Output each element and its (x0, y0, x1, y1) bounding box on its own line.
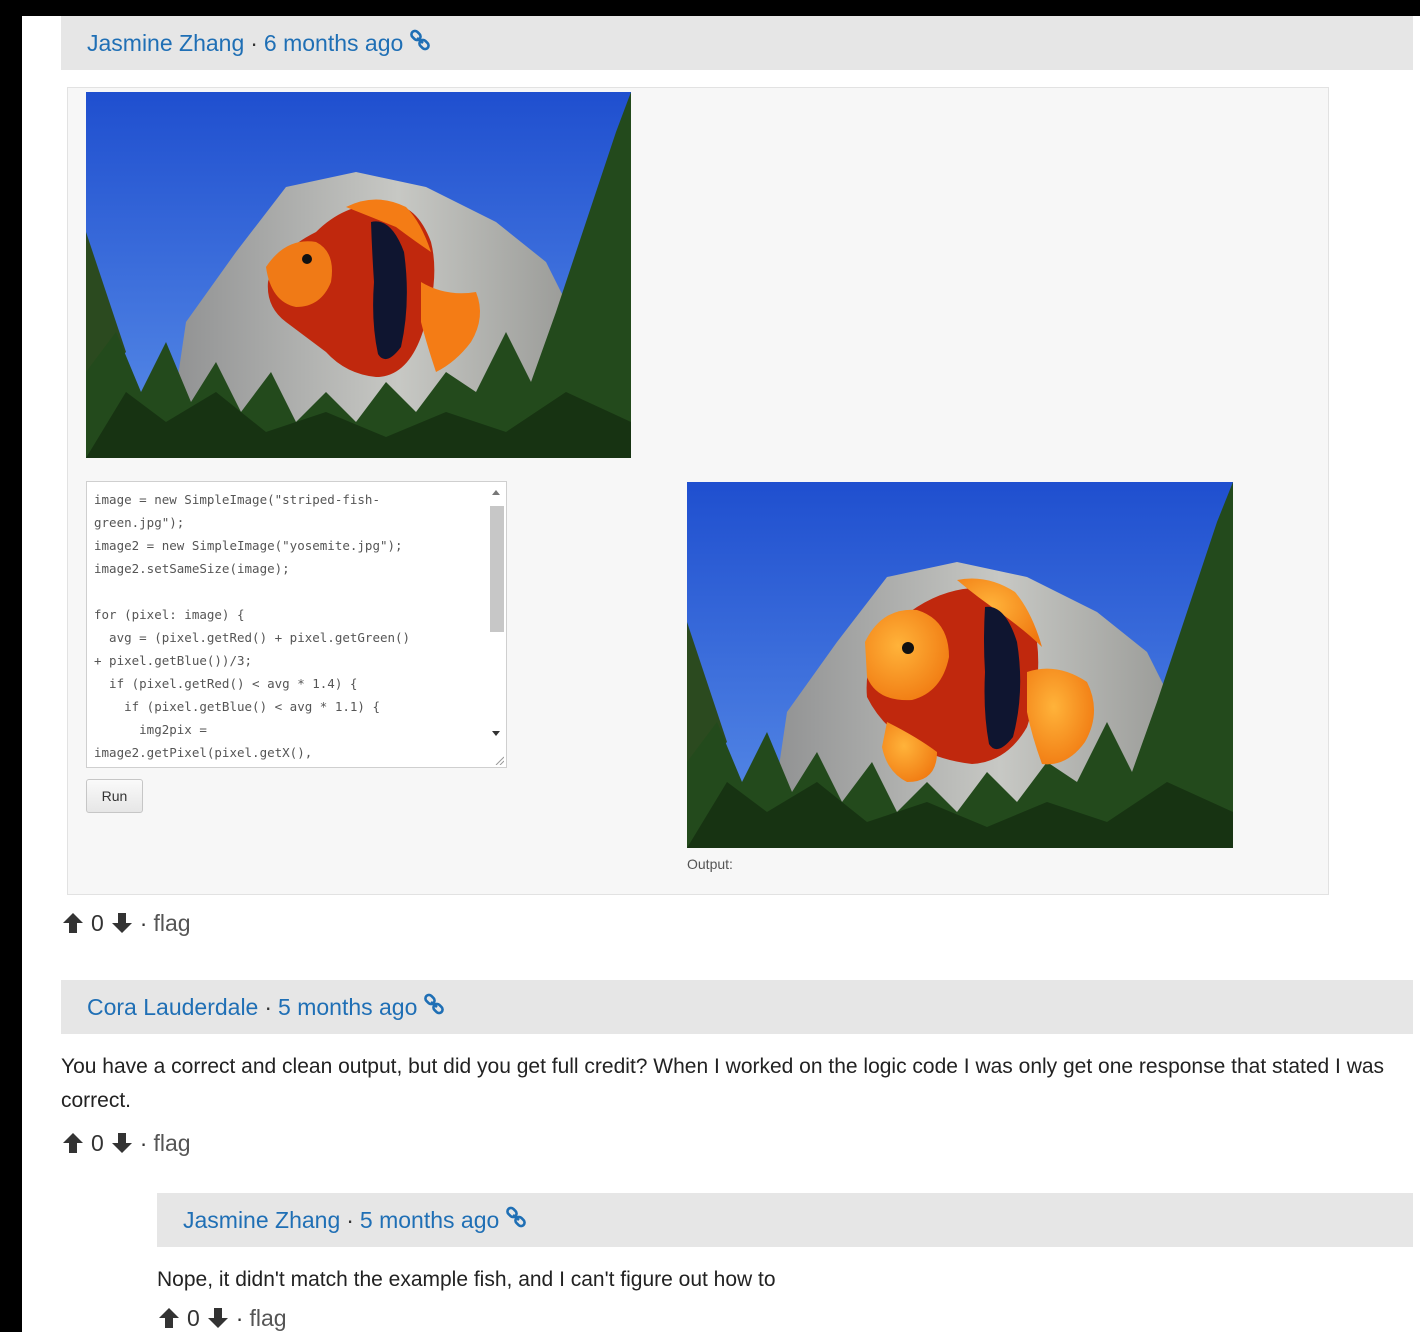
editor-scrollbar[interactable] (488, 486, 504, 748)
timestamp-link[interactable]: 6 months ago (264, 30, 403, 57)
vote-row: 0 · flag (157, 1303, 287, 1333)
separator: · (139, 909, 148, 936)
flag-link[interactable]: flag (249, 1305, 286, 1332)
code-line: for (pixel: image) { (94, 607, 245, 622)
arrow-up-icon[interactable] (61, 1131, 85, 1155)
vote-count: 0 (91, 909, 104, 936)
author-link[interactable]: Jasmine Zhang (183, 1207, 340, 1234)
code-line: if (pixel.getBlue() < avg * 1.1) { (94, 699, 380, 714)
link-icon[interactable] (409, 29, 431, 57)
separator: · (264, 993, 273, 1020)
code-line: image2.getPixel(pixel.getX(), (94, 745, 313, 760)
separator: · (346, 1206, 354, 1233)
vote-count: 0 (91, 1129, 104, 1156)
code-line: if (pixel.getRed() < avg * 1.4) { (94, 676, 358, 691)
arrow-down-icon[interactable] (110, 1131, 134, 1155)
separator: · (235, 1304, 244, 1331)
vote-row: 0 · flag (61, 908, 191, 938)
scroll-down-arrow-icon[interactable] (492, 731, 500, 736)
arrow-down-icon[interactable] (206, 1306, 230, 1330)
code-line: image2.setSameSize(image); (94, 561, 290, 576)
author-link[interactable]: Jasmine Zhang (87, 30, 244, 57)
resize-grip-icon[interactable] (494, 755, 504, 765)
comment-header: Cora Lauderdale · 5 months ago (61, 980, 1413, 1034)
timestamp-link[interactable]: 5 months ago (360, 1207, 499, 1234)
timestamp-link[interactable]: 5 months ago (278, 994, 417, 1021)
arrow-up-icon[interactable] (157, 1306, 181, 1330)
scroll-up-arrow-icon[interactable] (492, 490, 500, 495)
scroll-thumb[interactable] (490, 506, 504, 632)
comment-body: Nope, it didn't match the example fish, … (157, 1268, 776, 1291)
link-icon[interactable] (505, 1206, 527, 1234)
vote-count: 0 (187, 1304, 200, 1331)
comment-header: Jasmine Zhang · 6 months ago (61, 16, 1413, 70)
separator: · (139, 1129, 148, 1156)
separator: · (250, 29, 258, 56)
arrow-up-icon[interactable] (61, 911, 85, 935)
code-lines: image = new SimpleImage("striped-fish- g… (94, 488, 484, 764)
run-button[interactable]: Run (86, 779, 143, 813)
flag-link[interactable]: flag (153, 1130, 190, 1157)
vote-row: 0 · flag (61, 1128, 191, 1158)
left-edge (0, 0, 22, 1332)
link-icon[interactable] (423, 993, 445, 1021)
code-line: + pixel.getBlue())/3; (94, 653, 253, 668)
arrow-down-icon[interactable] (110, 911, 134, 935)
code-line: image2 = new SimpleImage("yosemite.jpg")… (94, 538, 403, 553)
output-label: Output: (687, 856, 733, 872)
top-edge (0, 0, 1420, 16)
code-line: image = new SimpleImage("striped-fish- (94, 492, 380, 507)
output-image (687, 482, 1233, 848)
code-editor[interactable]: image = new SimpleImage("striped-fish- g… (86, 481, 507, 768)
comment-header: Jasmine Zhang · 5 months ago (157, 1193, 1413, 1247)
input-image (86, 92, 631, 458)
code-line: img2pix = (94, 722, 207, 737)
flag-link[interactable]: flag (153, 910, 190, 937)
code-line: avg = (pixel.getRed() + pixel.getGreen() (94, 630, 411, 645)
author-link[interactable]: Cora Lauderdale (87, 994, 258, 1021)
comment-body: You have a correct and clean output, but… (61, 1055, 1385, 1112)
code-line: green.jpg"); (94, 515, 185, 530)
